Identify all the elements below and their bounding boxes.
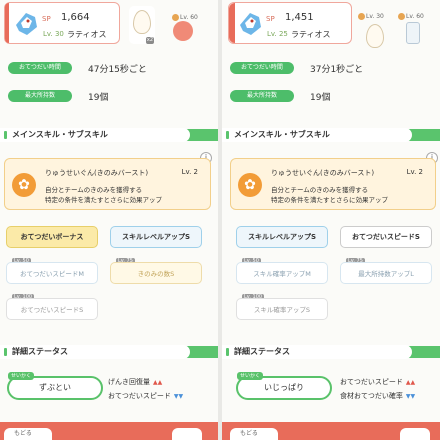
bottle-item[interactable] bbox=[400, 20, 426, 58]
nature-effect: げんき回復量 ▲▲ bbox=[108, 378, 163, 386]
main-skill-description: 自分とチームのきのみを獲得する 特定の条件を満たすとさらに効果アップ bbox=[271, 186, 388, 204]
latios-icon bbox=[240, 13, 261, 35]
stat-label: 最大所持数 bbox=[230, 90, 294, 102]
increase-arrows-icon: ▲▲ bbox=[405, 379, 416, 386]
left-pokemon-panel: SP 1,664 Lv. 30 ラティオス x2 Lv. 60 おてつだい時間 … bbox=[0, 0, 218, 440]
sub-skill-button[interactable]: おてつだいスピードM bbox=[6, 262, 98, 284]
pokemon-card[interactable]: SP 1,664 Lv. 30 ラティオス bbox=[4, 2, 120, 44]
section-title: メインスキル・サブスキル bbox=[222, 128, 412, 142]
pokemon-name: ラティオス bbox=[291, 30, 331, 39]
stat-value: 19個 bbox=[88, 93, 109, 103]
sub-skill-button[interactable]: 最大所持数アップL bbox=[340, 262, 432, 284]
nature-effect: 食材おてつだい確率 ▼▼ bbox=[340, 392, 416, 400]
sp-value: 1,664 bbox=[61, 12, 90, 23]
section-title: メインスキル・サブスキル bbox=[0, 128, 190, 142]
back-button[interactable]: もどる bbox=[4, 428, 52, 440]
stat-label: 最大所持数 bbox=[8, 90, 72, 102]
sp-label: SP bbox=[42, 15, 51, 23]
main-skill-card[interactable]: ✿ りゅうせいぐん(きのみバースト) Lv. 2 自分とチームのきのみを獲得する… bbox=[230, 158, 436, 210]
right-pokemon-panel: SP 1,451 Lv. 25 ラティオス Lv. 30 Lv. 60 おてつだ… bbox=[222, 0, 440, 440]
bottom-tab[interactable] bbox=[400, 428, 430, 440]
increase-arrows-icon: ▲▲ bbox=[153, 379, 163, 386]
stat-value: 37分1秒ごと bbox=[310, 65, 364, 75]
sub-skill-button[interactable]: スキルレベルアップS bbox=[236, 226, 328, 248]
comparison-screen: SP 1,664 Lv. 30 ラティオス x2 Lv. 60 おてつだい時間 … bbox=[0, 0, 440, 440]
stat-label: おてつだい時間 bbox=[8, 62, 72, 74]
bottle-icon bbox=[406, 22, 420, 44]
latios-icon bbox=[16, 13, 37, 35]
section-title: 詳細ステータス bbox=[222, 345, 412, 359]
main-skill-name: りゅうせいぐん(きのみバースト) bbox=[271, 169, 375, 177]
nature-tag: せいかく bbox=[237, 372, 264, 380]
berry-icon bbox=[173, 21, 193, 41]
bottom-tab[interactable] bbox=[172, 428, 202, 440]
berry-burst-icon: ✿ bbox=[238, 173, 262, 197]
main-skill-name: りゅうせいぐん(きのみバースト) bbox=[45, 169, 149, 177]
lv-icon bbox=[358, 13, 365, 20]
nature-effect: おてつだいスピード ▲▲ bbox=[340, 378, 416, 386]
stat-value: 19個 bbox=[310, 93, 331, 103]
card-accent bbox=[5, 3, 9, 43]
sub-skill-button[interactable]: スキル確率アップM bbox=[236, 262, 328, 284]
sub-skill-button[interactable]: おてつだいスピードS bbox=[6, 298, 98, 320]
main-skill-level: Lv. 2 bbox=[406, 168, 423, 176]
sp-value: 1,451 bbox=[285, 12, 314, 23]
nature-effect: おてつだいスピード ▼▼ bbox=[108, 392, 184, 400]
decrease-arrows-icon: ▼▼ bbox=[405, 393, 416, 400]
nature-tag: せいかく bbox=[8, 372, 35, 380]
stat-label: おてつだい時間 bbox=[230, 62, 294, 74]
egg-icon bbox=[133, 10, 151, 34]
pokemon-level: Lv. 25 bbox=[267, 30, 288, 38]
pokemon-level: Lv. 30 bbox=[43, 30, 64, 38]
pokemon-name: ラティオス bbox=[67, 30, 107, 39]
decrease-arrows-icon: ▼▼ bbox=[173, 393, 184, 400]
card-accent bbox=[229, 3, 235, 43]
lv-icon bbox=[398, 13, 405, 20]
egg-item[interactable]: x2 bbox=[129, 6, 155, 44]
sub-skill-button[interactable]: スキル確率アップS bbox=[236, 298, 328, 320]
item-count: x2 bbox=[145, 37, 154, 44]
main-skill-description: 自分とチームのきのみを獲得する 特定の条件を満たすとさらに効果アップ bbox=[45, 186, 162, 204]
berry-item[interactable] bbox=[168, 18, 198, 56]
back-button[interactable]: もどる bbox=[230, 428, 278, 440]
section-title: 詳細ステータス bbox=[0, 345, 190, 359]
sub-skill-button[interactable]: おてつだいスピードS bbox=[340, 226, 432, 248]
egg-item[interactable] bbox=[362, 20, 388, 58]
stat-value: 47分15秒ごと bbox=[88, 65, 147, 75]
berry-burst-icon: ✿ bbox=[12, 173, 36, 197]
sub-skill-button[interactable]: スキルレベルアップS bbox=[110, 226, 202, 248]
sub-skill-button[interactable]: おてつだいボーナス bbox=[6, 226, 98, 248]
main-skill-level: Lv. 2 bbox=[181, 168, 198, 176]
main-skill-card[interactable]: ✿ りゅうせいぐん(きのみバースト) Lv. 2 自分とチームのきのみを獲得する… bbox=[4, 158, 211, 210]
pokemon-card[interactable]: SP 1,451 Lv. 25 ラティオス bbox=[228, 2, 352, 44]
sp-label: SP bbox=[266, 15, 275, 23]
egg-icon bbox=[366, 24, 384, 48]
sub-skill-button[interactable]: きのみの数S bbox=[110, 262, 202, 284]
